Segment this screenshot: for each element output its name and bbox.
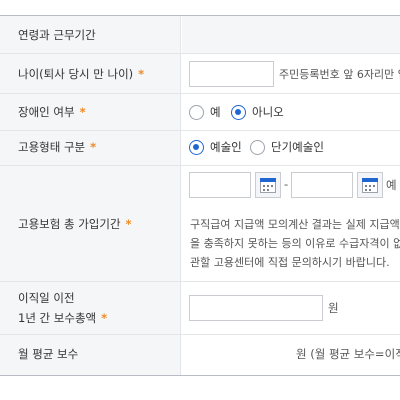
employment-type-label: 고용형태 구분 * [18, 138, 96, 156]
section-header-row: 연령과 근무기간 [0, 16, 400, 54]
disability-label: 장애인 여부 * [18, 103, 86, 121]
employment-short-term-radio[interactable] [250, 140, 265, 155]
info-line: 을 충족하지 못하는 등의 이유로 수급자격이 없 [190, 237, 400, 250]
form-bottom-border [0, 375, 400, 376]
disability-no-label[interactable]: 아니오 [252, 104, 284, 120]
employment-artist-radio[interactable] [189, 140, 204, 155]
required-mark: * [101, 311, 108, 325]
disability-row: 장애인 여부 * 예 아니오 [0, 94, 400, 131]
salary-label-line1: 이직일 이전 [18, 291, 75, 305]
insurance-info-notice: 구직급여 지급액 모의계산 결과는 실제 지급액 을 충족하지 못하는 등의 이… [190, 215, 400, 272]
employment-artist-label[interactable]: 예술인 [210, 139, 242, 155]
required-mark: * [125, 217, 132, 231]
insurance-period-label: 고용보험 총 가입기간 * [18, 215, 132, 233]
disability-no-radio[interactable] [231, 105, 246, 120]
required-mark: * [138, 67, 145, 81]
insurance-start-date-input[interactable] [189, 172, 251, 198]
section-header-right-cell [182, 16, 400, 53]
info-line: 구직급여 지급액 모의계산 결과는 실제 지급액 [190, 218, 400, 231]
insurance-period-label-text: 고용보험 총 가입기간 [18, 217, 121, 231]
salary-label-line2: 1년 간 보수총액 * [18, 309, 107, 327]
disability-yes-label[interactable]: 예 [210, 104, 221, 120]
salary-input[interactable] [189, 295, 323, 321]
insurance-trailing-text: 예 [386, 178, 397, 192]
employment-type-row: 고용형태 구분 * 예술인 단기예술인 [0, 131, 400, 166]
section-title: 연령과 근무기간 [18, 28, 96, 42]
age-input[interactable] [189, 61, 274, 87]
age-label-text: 나이(퇴사 당시 만 나이) [18, 67, 134, 81]
age-hint: 주민등록번호 앞 6자리만 입력 [279, 68, 400, 81]
insurance-end-date-input[interactable] [291, 172, 353, 198]
employment-short-term-label[interactable]: 단기예술인 [271, 139, 324, 155]
salary-label-line2-text: 1년 간 보수총액 [18, 311, 97, 325]
monthly-average-text: 원 (월 평균 보수=이직 [296, 347, 400, 361]
employment-type-label-text: 고용형태 구분 [18, 140, 86, 154]
info-line: 관할 고용센터에 직접 문의하시기 바랍니다. [190, 256, 390, 269]
age-label: 나이(퇴사 당시 만 나이) * [18, 65, 144, 83]
calendar-icon[interactable] [255, 172, 281, 198]
monthly-average-row: 월 평균 보수 원 (월 평균 보수=이직 [0, 335, 400, 375]
date-range-separator: - [284, 177, 289, 191]
calendar-icon[interactable] [357, 172, 383, 198]
age-row: 나이(퇴사 당시 만 나이) * 주민등록번호 앞 6자리만 입력 [0, 54, 400, 94]
salary-row: 이직일 이전 1년 간 보수총액 * 원 [0, 282, 400, 335]
required-mark: * [79, 105, 86, 119]
required-mark: * [90, 140, 97, 154]
disability-yes-radio[interactable] [189, 105, 204, 120]
monthly-average-label: 월 평균 보수 [18, 347, 79, 361]
disability-label-text: 장애인 여부 [18, 105, 75, 119]
salary-unit: 원 [328, 301, 339, 315]
